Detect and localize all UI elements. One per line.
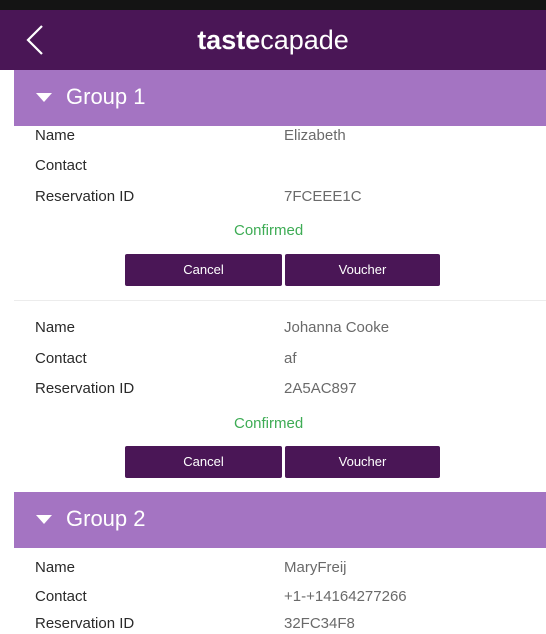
contact-label: Contact bbox=[35, 157, 87, 174]
reservation-id-label: Reservation ID bbox=[35, 188, 135, 205]
cancel-button[interactable]: Cancel bbox=[125, 254, 282, 286]
app-title: tastecapade bbox=[0, 24, 546, 56]
name-value: Johanna Cooke bbox=[284, 319, 390, 336]
status-bar bbox=[0, 0, 546, 10]
caret-down-icon bbox=[36, 93, 52, 102]
app-title-light: capade bbox=[260, 25, 349, 55]
contact-label: Contact bbox=[35, 588, 87, 605]
name-label: Name bbox=[35, 127, 76, 144]
name-label: Name bbox=[35, 559, 76, 576]
divider bbox=[14, 300, 546, 301]
reservation-id-value: 32FC34F8 bbox=[284, 615, 355, 632]
app-bar: tastecapade bbox=[0, 10, 546, 70]
group-label: Group 2 bbox=[66, 506, 146, 531]
voucher-button[interactable]: Voucher bbox=[285, 446, 440, 478]
group-header-2[interactable]: Group 2 bbox=[14, 492, 546, 548]
cancel-button[interactable]: Cancel bbox=[125, 446, 282, 478]
contact-label: Contact bbox=[35, 350, 87, 367]
name-value: Elizabeth bbox=[284, 127, 346, 144]
reservation-id-label: Reservation ID bbox=[35, 380, 135, 397]
name-label: Name bbox=[35, 319, 76, 336]
reservation-id-label: Reservation ID bbox=[35, 615, 135, 632]
contact-value: af bbox=[284, 350, 297, 367]
reservation-id-value: 7FCEEE1C bbox=[284, 188, 362, 205]
name-value: MaryFreij bbox=[284, 559, 347, 576]
group-header-1[interactable]: Group 1 bbox=[14, 70, 546, 126]
status-confirmed: Confirmed bbox=[234, 222, 304, 239]
reservation-id-value: 2A5AC897 bbox=[284, 380, 357, 397]
voucher-button[interactable]: Voucher bbox=[285, 254, 440, 286]
caret-down-icon bbox=[36, 515, 52, 524]
group-label: Group 1 bbox=[66, 84, 146, 109]
status-confirmed: Confirmed bbox=[234, 415, 304, 432]
contact-value: +1-+14164277266 bbox=[284, 588, 407, 605]
app-title-bold: taste bbox=[197, 25, 261, 55]
